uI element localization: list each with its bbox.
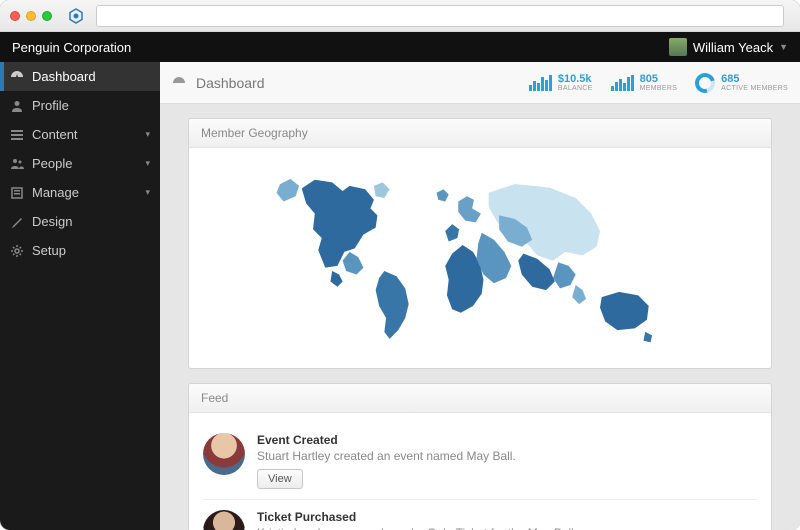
chevron-down-icon: ▾ [145, 187, 150, 198]
stat-value: 685 [721, 74, 788, 85]
url-input[interactable] [96, 5, 784, 27]
people-icon [10, 157, 24, 171]
profile-icon [10, 99, 24, 113]
minimize-window-button[interactable] [26, 11, 36, 21]
dashboard-icon [172, 76, 186, 90]
ring-icon [692, 69, 719, 96]
bars-icon [611, 75, 634, 91]
avatar [203, 510, 245, 530]
sidebar-item-people[interactable]: People ▾ [0, 149, 160, 178]
site-favicon [68, 8, 84, 24]
stat-value: $10.5k [558, 74, 593, 85]
sidebar-item-label: Profile [32, 98, 150, 113]
stat-label: Members [640, 85, 678, 92]
user-menu[interactable]: William Yeack ▼ [669, 38, 788, 56]
dashboard-icon [10, 70, 24, 84]
panel-title: Feed [189, 384, 771, 413]
sidebar-item-label: Dashboard [32, 69, 150, 84]
view-button[interactable]: View [257, 469, 303, 489]
manage-icon [10, 186, 24, 200]
feed-list: Event Created Stuart Hartley created an … [189, 413, 771, 530]
sidebar-item-content[interactable]: Content ▾ [0, 120, 160, 149]
feed-item-desc: Kristie Louderman purchased a Gala Ticke… [257, 526, 757, 530]
sidebar-item-label: Manage [32, 185, 137, 200]
feed-item: Ticket Purchased Kristie Louderman purch… [203, 500, 757, 530]
stat-balance[interactable]: $10.5kBalance [529, 73, 593, 93]
content-scroll[interactable]: Member Geography [160, 104, 800, 530]
stat-active-members[interactable]: 685Active Members [695, 73, 788, 93]
design-icon [10, 215, 24, 229]
content-icon [10, 128, 24, 142]
sidebar-item-design[interactable]: Design [0, 207, 160, 236]
chevron-down-icon: ▾ [145, 158, 150, 169]
sidebar-item-setup[interactable]: Setup [0, 236, 160, 265]
stat-label: Balance [558, 85, 593, 92]
page-header: Dashboard $10.5kBalance 805Members 685Ac… [160, 62, 800, 104]
sidebar-item-profile[interactable]: Profile [0, 91, 160, 120]
maximize-window-button[interactable] [42, 11, 52, 21]
feed-item-desc: Stuart Hartley created an event named Ma… [257, 449, 757, 463]
gear-icon [10, 244, 24, 258]
app-topbar: Penguin Corporation William Yeack ▼ [0, 32, 800, 62]
feed-item-title: Ticket Purchased [257, 510, 757, 524]
sidebar-item-label: Content [32, 127, 137, 142]
sidebar-item-label: People [32, 156, 137, 171]
feed-item-title: Event Created [257, 433, 757, 447]
stat-label: Active Members [721, 85, 788, 92]
sidebar: Dashboard Profile Content ▾ People ▾ Man… [0, 32, 160, 530]
company-name: Penguin Corporation [12, 40, 131, 55]
panel-geography: Member Geography [188, 118, 772, 369]
bars-icon [529, 75, 552, 91]
panel-title: Member Geography [189, 119, 771, 148]
sidebar-item-label: Design [32, 214, 150, 229]
stat-value: 805 [640, 74, 678, 85]
feed-item: Event Created Stuart Hartley created an … [203, 423, 757, 500]
sidebar-item-manage[interactable]: Manage ▾ [0, 178, 160, 207]
close-window-button[interactable] [10, 11, 20, 21]
chevron-down-icon: ▾ [145, 129, 150, 140]
chevron-down-icon: ▼ [779, 42, 788, 52]
stats-row: $10.5kBalance 805Members 685Active Membe… [529, 73, 788, 93]
panel-feed: Feed Event Created Stuart Hartley create… [188, 383, 772, 530]
stat-members[interactable]: 805Members [611, 73, 678, 93]
user-avatar [669, 38, 687, 56]
world-map[interactable] [189, 148, 771, 368]
sidebar-item-dashboard[interactable]: Dashboard [0, 62, 160, 91]
user-name: William Yeack [693, 40, 773, 55]
main-content: Dashboard $10.5kBalance 805Members 685Ac… [160, 32, 800, 530]
browser-titlebar [0, 0, 800, 32]
page-title: Dashboard [196, 75, 265, 91]
avatar [203, 433, 245, 475]
sidebar-item-label: Setup [32, 243, 150, 258]
